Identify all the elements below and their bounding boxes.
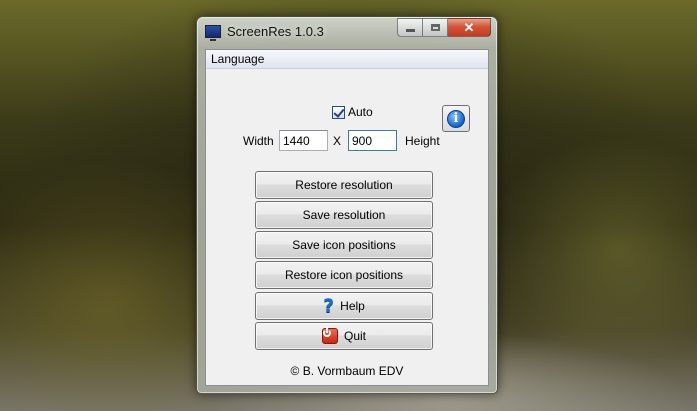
- info-icon: i: [447, 109, 465, 128]
- save-resolution-button[interactable]: Save resolution: [255, 201, 433, 229]
- close-icon: ✕: [463, 19, 475, 35]
- restore-icon-positions-button[interactable]: Restore icon positions: [255, 261, 433, 289]
- height-label: Height: [405, 134, 440, 148]
- menu-bar: Language: [206, 50, 488, 69]
- help-button[interactable]: ? Help: [255, 292, 433, 320]
- window-title: ScreenRes 1.0.3: [227, 24, 324, 39]
- quit-button[interactable]: Quit: [255, 322, 433, 350]
- resolution-separator: X: [333, 134, 342, 148]
- screenres-window: ScreenRes 1.0.3 ✕ Language Auto i Width: [196, 16, 498, 394]
- auto-label[interactable]: Auto: [348, 105, 373, 119]
- resolution-row: Width X Height: [206, 130, 488, 152]
- client-area: Language Auto i Width X Height Restore r…: [205, 49, 489, 386]
- auto-checkbox[interactable]: [332, 105, 345, 119]
- minimize-button[interactable]: [397, 18, 423, 37]
- caption-buttons: ✕: [397, 18, 491, 37]
- save-icon-positions-label: Save icon positions: [292, 238, 396, 252]
- restore-resolution-button[interactable]: Restore resolution: [255, 171, 433, 199]
- minimize-icon: [405, 29, 415, 32]
- help-label: Help: [340, 299, 365, 313]
- info-button[interactable]: i: [442, 105, 470, 132]
- help-icon: ?: [323, 294, 335, 317]
- copyright-text: © B. Vormbaum EDV: [290, 364, 404, 378]
- title-bar[interactable]: ScreenRes 1.0.3 ✕: [197, 17, 497, 47]
- menu-item-language[interactable]: Language: [211, 52, 264, 66]
- auto-checkbox-row[interactable]: Auto: [332, 105, 373, 119]
- monitor-icon: [205, 25, 221, 41]
- close-button[interactable]: ✕: [448, 18, 491, 37]
- save-icon-positions-button[interactable]: Save icon positions: [255, 231, 433, 259]
- width-input[interactable]: [279, 130, 328, 151]
- restore-icon-positions-label: Restore icon positions: [284, 268, 404, 282]
- width-label: Width: [243, 134, 274, 148]
- restore-resolution-label: Restore resolution: [295, 178, 393, 192]
- maximize-button[interactable]: [423, 18, 448, 37]
- quit-label: Quit: [343, 329, 366, 343]
- height-input[interactable]: [348, 130, 397, 151]
- save-resolution-label: Save resolution: [302, 208, 386, 222]
- maximize-icon: [430, 24, 440, 31]
- power-icon: [321, 327, 338, 344]
